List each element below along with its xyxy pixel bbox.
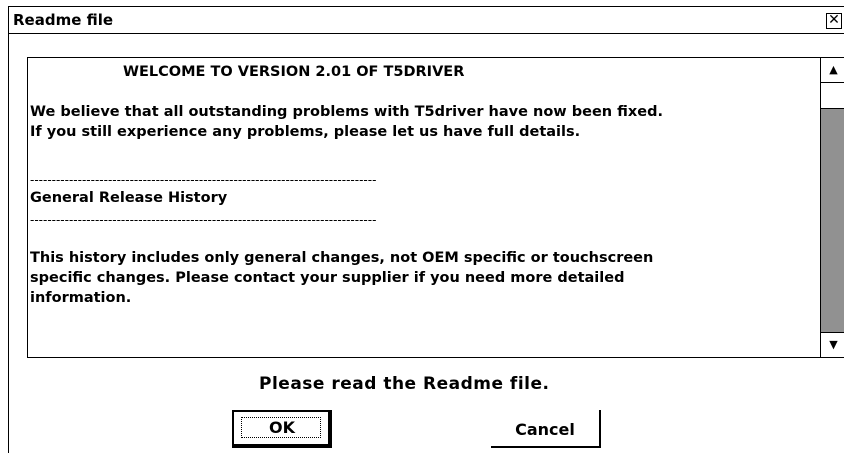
arrow-down-icon: ▼: [829, 338, 838, 351]
title-bar[interactable]: Readme file ✕: [9, 7, 844, 34]
prompt-text: Please read the Readme file.: [259, 374, 550, 394]
readme-paragraph-line: We believe that all outstanding problems…: [30, 104, 663, 120]
readme-heading: WELCOME TO VERSION 2.01 OF T5DRIVER: [123, 64, 465, 80]
readme-paragraph-line: This history includes only general chang…: [30, 250, 654, 266]
ok-button[interactable]: OK: [232, 410, 332, 448]
focus-rectangle: [241, 417, 321, 438]
separator-line: ----------------------------------------…: [30, 173, 377, 187]
scroll-track[interactable]: [821, 109, 844, 332]
readme-paragraph-line: If you still experience any problems, pl…: [30, 124, 581, 140]
readme-content: WELCOME TO VERSION 2.01 OF T5DRIVER We b…: [28, 58, 820, 357]
vertical-scrollbar[interactable]: ▲ ▼: [820, 58, 844, 357]
cancel-button-label: Cancel: [515, 420, 575, 439]
close-button[interactable]: ✕: [826, 13, 842, 29]
window-title: Readme file: [13, 11, 114, 29]
readme-paragraph-line: specific changes. Please contact your su…: [30, 270, 625, 286]
close-icon: ✕: [828, 12, 840, 28]
separator-line: ----------------------------------------…: [30, 213, 377, 227]
scroll-down-button[interactable]: ▼: [821, 332, 844, 357]
cancel-button[interactable]: Cancel: [491, 410, 601, 448]
readme-paragraph-line: information.: [30, 290, 132, 306]
scroll-up-button[interactable]: ▲: [821, 58, 844, 83]
readme-dialog: Readme file ✕ WELCOME TO VERSION 2.01 OF…: [8, 6, 844, 453]
readme-text-area[interactable]: WELCOME TO VERSION 2.01 OF T5DRIVER We b…: [27, 57, 844, 358]
arrow-up-icon: ▲: [829, 63, 838, 76]
section-title: General Release History: [30, 190, 228, 206]
scroll-thumb[interactable]: [821, 83, 844, 109]
